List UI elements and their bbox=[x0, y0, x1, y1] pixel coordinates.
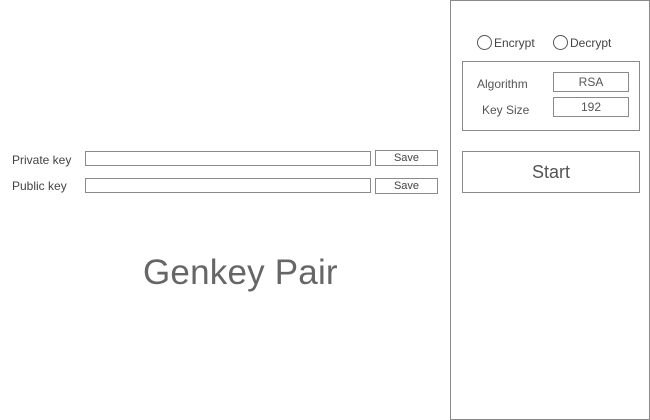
key-size-field[interactable]: 192 bbox=[553, 97, 629, 117]
decrypt-radio[interactable]: Decrypt bbox=[553, 35, 611, 50]
public-key-field[interactable] bbox=[85, 178, 371, 193]
algorithm-label: Algorithm bbox=[477, 77, 528, 91]
key-size-label: Key Size bbox=[482, 103, 530, 117]
page-title: Genkey Pair bbox=[143, 253, 338, 292]
decrypt-radio-circle[interactable] bbox=[553, 35, 568, 50]
encrypt-radio[interactable]: Encrypt bbox=[477, 35, 535, 50]
encrypt-radio-label: Encrypt bbox=[494, 35, 535, 50]
encrypt-radio-circle[interactable] bbox=[477, 35, 492, 50]
decrypt-radio-label: Decrypt bbox=[570, 35, 612, 50]
private-key-field[interactable] bbox=[85, 151, 371, 166]
private-key-label: Private key bbox=[12, 153, 72, 167]
save-private-key-button[interactable]: Save bbox=[375, 150, 438, 166]
algorithm-field[interactable]: RSA bbox=[553, 72, 629, 92]
save-public-key-button[interactable]: Save bbox=[375, 178, 438, 194]
start-button[interactable]: Start bbox=[462, 151, 640, 193]
public-key-label: Public key bbox=[12, 179, 67, 193]
